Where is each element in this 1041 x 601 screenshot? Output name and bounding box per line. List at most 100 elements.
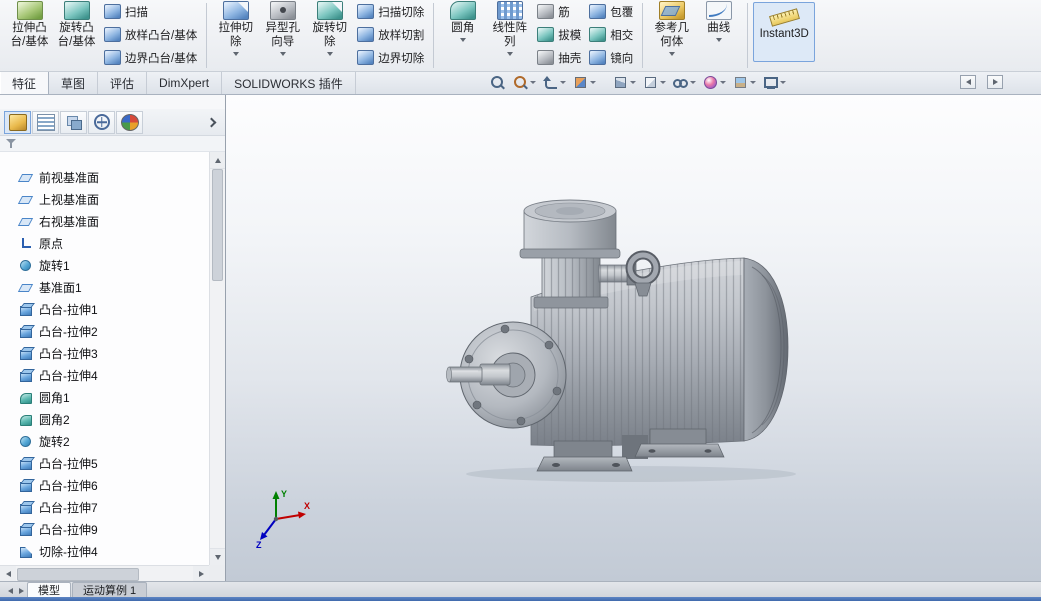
chevron-down-icon	[720, 81, 726, 84]
scrollbar-thumb[interactable]	[212, 169, 223, 281]
dimxpertmanager-tab[interactable]	[88, 111, 115, 134]
tab-scroll-left-icon[interactable]	[5, 584, 16, 597]
filter-icon[interactable]	[6, 138, 17, 149]
tab-sketch[interactable]: 草图	[49, 72, 98, 94]
ribbon-group-instant3d: Instant3D	[751, 0, 817, 71]
scrollbar-thumb[interactable]	[17, 568, 139, 581]
ribbon-separator	[206, 3, 207, 68]
revolve-cut-button[interactable]: 旋转切 除	[306, 0, 353, 56]
tab-scroll-right-icon[interactable]	[16, 584, 27, 597]
motor-model[interactable]	[436, 195, 801, 485]
tab-solidworks-addins[interactable]: SOLIDWORKS 插件	[222, 72, 356, 94]
tree-item[interactable]: 右视基准面	[0, 210, 209, 232]
fillet-feature-icon	[18, 412, 33, 427]
tree-vertical-scrollbar[interactable]	[209, 152, 225, 565]
tree-item[interactable]: 基准面1	[0, 276, 209, 298]
scroll-left-icon[interactable]	[0, 566, 16, 581]
tree-item[interactable]: 凸台-拉伸5	[0, 452, 209, 474]
displaymanager-tab[interactable]	[116, 111, 143, 134]
tree-item[interactable]: 上视基准面	[0, 188, 209, 210]
revolve-boss-button[interactable]: 旋转凸 台/基体	[53, 0, 100, 49]
extrude-boss-button[interactable]: 拉伸凸 台/基体	[6, 0, 53, 49]
status-bar	[0, 597, 1041, 601]
tree-item[interactable]: 凸台-拉伸3	[0, 342, 209, 364]
svg-text:X: X	[304, 501, 310, 511]
edit-appearance-icon	[702, 74, 719, 91]
tree-item[interactable]: 前视基准面	[0, 166, 209, 188]
tab-features[interactable]: 特征	[0, 72, 49, 94]
boundary-boss-icon	[104, 50, 121, 65]
linear-pattern-button[interactable]: 线性阵 列	[486, 0, 533, 56]
tree-item[interactable]: 凸台-拉伸7	[0, 496, 209, 518]
wrap-icon	[589, 4, 606, 19]
scroll-down-icon[interactable]	[210, 548, 225, 565]
section-view-button[interactable]	[569, 74, 599, 91]
view-settings-icon	[762, 74, 779, 91]
panel-flyout-button[interactable]	[204, 115, 218, 129]
rib-button[interactable]: 筋	[533, 0, 585, 23]
intersect-button[interactable]: 相交	[585, 23, 637, 46]
graphics-area[interactable]: Y X Z	[226, 95, 1041, 581]
motion-study-tab[interactable]: 运动算例 1	[72, 582, 147, 597]
tree-item[interactable]: 原点	[0, 232, 209, 254]
tree-item[interactable]: 旋转1	[0, 254, 209, 276]
edit-appearance-button[interactable]	[699, 74, 729, 91]
zoom-area-button[interactable]	[509, 74, 539, 91]
extrude-cut-button[interactable]: 拉伸切 除	[212, 0, 259, 56]
sweep-boss-button[interactable]: 扫描	[100, 0, 201, 23]
tree-item[interactable]: 凸台-拉伸9	[0, 518, 209, 540]
configurationmanager-tab[interactable]	[60, 111, 87, 134]
fillet-button[interactable]: 圆角	[439, 0, 486, 42]
hide-show-items-button[interactable]	[669, 74, 699, 91]
previous-view-button[interactable]	[539, 74, 569, 91]
loft-boss-button[interactable]: 放样凸台/基体	[100, 23, 201, 46]
tree-horizontal-scrollbar[interactable]	[0, 565, 209, 581]
solidworks-window: 拉伸凸 台/基体 旋转凸 台/基体 扫描 放样凸台/基体 边界	[0, 0, 1041, 601]
view-settings-button[interactable]	[759, 74, 789, 91]
propertymanager-tab[interactable]	[32, 111, 59, 134]
ribbon-separator	[642, 3, 643, 68]
view-orientation-button[interactable]	[609, 74, 639, 91]
boundary-boss-button[interactable]: 边界凸台/基体	[100, 46, 201, 69]
tree-item[interactable]: 凸台-拉伸2	[0, 320, 209, 342]
apply-scene-button[interactable]	[729, 74, 759, 91]
pane-toggle-left-icon[interactable]	[960, 75, 976, 89]
scroll-right-icon[interactable]	[193, 566, 209, 581]
wrap-button[interactable]: 包覆	[585, 0, 637, 23]
feature-tree: 前视基准面 上视基准面 右视基准面 原点 旋转1 基准面1 凸台-拉伸1 凸台-…	[0, 152, 209, 565]
tab-evaluate[interactable]: 评估	[98, 72, 147, 94]
boundary-cut-button[interactable]: 边界切除	[353, 46, 428, 69]
model-tab[interactable]: 模型	[27, 582, 71, 597]
ribbon-separator	[747, 3, 748, 68]
featuremanager-tab[interactable]	[4, 111, 31, 134]
boss-extrude-icon	[18, 522, 33, 537]
display-colorwheel-icon	[121, 114, 139, 131]
tree-item[interactable]: 切除-拉伸4	[0, 540, 209, 562]
extrude-cut-icon	[223, 1, 249, 20]
zoom-fit-button[interactable]	[486, 74, 509, 91]
reference-geometry-button[interactable]: 参考几 何体	[648, 0, 695, 56]
loft-cut-button[interactable]: 放样切割	[353, 23, 428, 46]
pane-toggle-right-icon[interactable]	[987, 75, 1003, 89]
tree-item[interactable]: 圆角1	[0, 386, 209, 408]
hole-wizard-button[interactable]: 异型孔 向导	[259, 0, 306, 56]
ribbon-group-boss: 拉伸凸 台/基体 旋转凸 台/基体 扫描 放样凸台/基体 边界	[4, 0, 203, 71]
instant3d-button[interactable]: Instant3D	[753, 2, 815, 62]
tree-item[interactable]: 凸台-拉伸1	[0, 298, 209, 320]
scroll-up-icon[interactable]	[210, 152, 225, 169]
tree-item[interactable]: 凸台-拉伸6	[0, 474, 209, 496]
chevron-down-icon	[630, 81, 636, 84]
display-style-button[interactable]	[639, 74, 669, 91]
origin-icon	[18, 236, 33, 251]
mirror-button[interactable]: 镜向	[585, 46, 637, 69]
boundary-cut-icon	[357, 50, 374, 65]
tab-dimxpert[interactable]: DimXpert	[147, 72, 222, 94]
draft-button[interactable]: 拔模	[533, 23, 585, 46]
tree-item[interactable]: 旋转2	[0, 430, 209, 452]
intersect-icon	[589, 27, 606, 42]
tree-item[interactable]: 凸台-拉伸4	[0, 364, 209, 386]
tree-item[interactable]: 圆角2	[0, 408, 209, 430]
shell-button[interactable]: 抽壳	[533, 46, 585, 69]
curves-button[interactable]: 曲线	[695, 0, 742, 42]
sweep-cut-button[interactable]: 扫描切除	[353, 0, 428, 23]
